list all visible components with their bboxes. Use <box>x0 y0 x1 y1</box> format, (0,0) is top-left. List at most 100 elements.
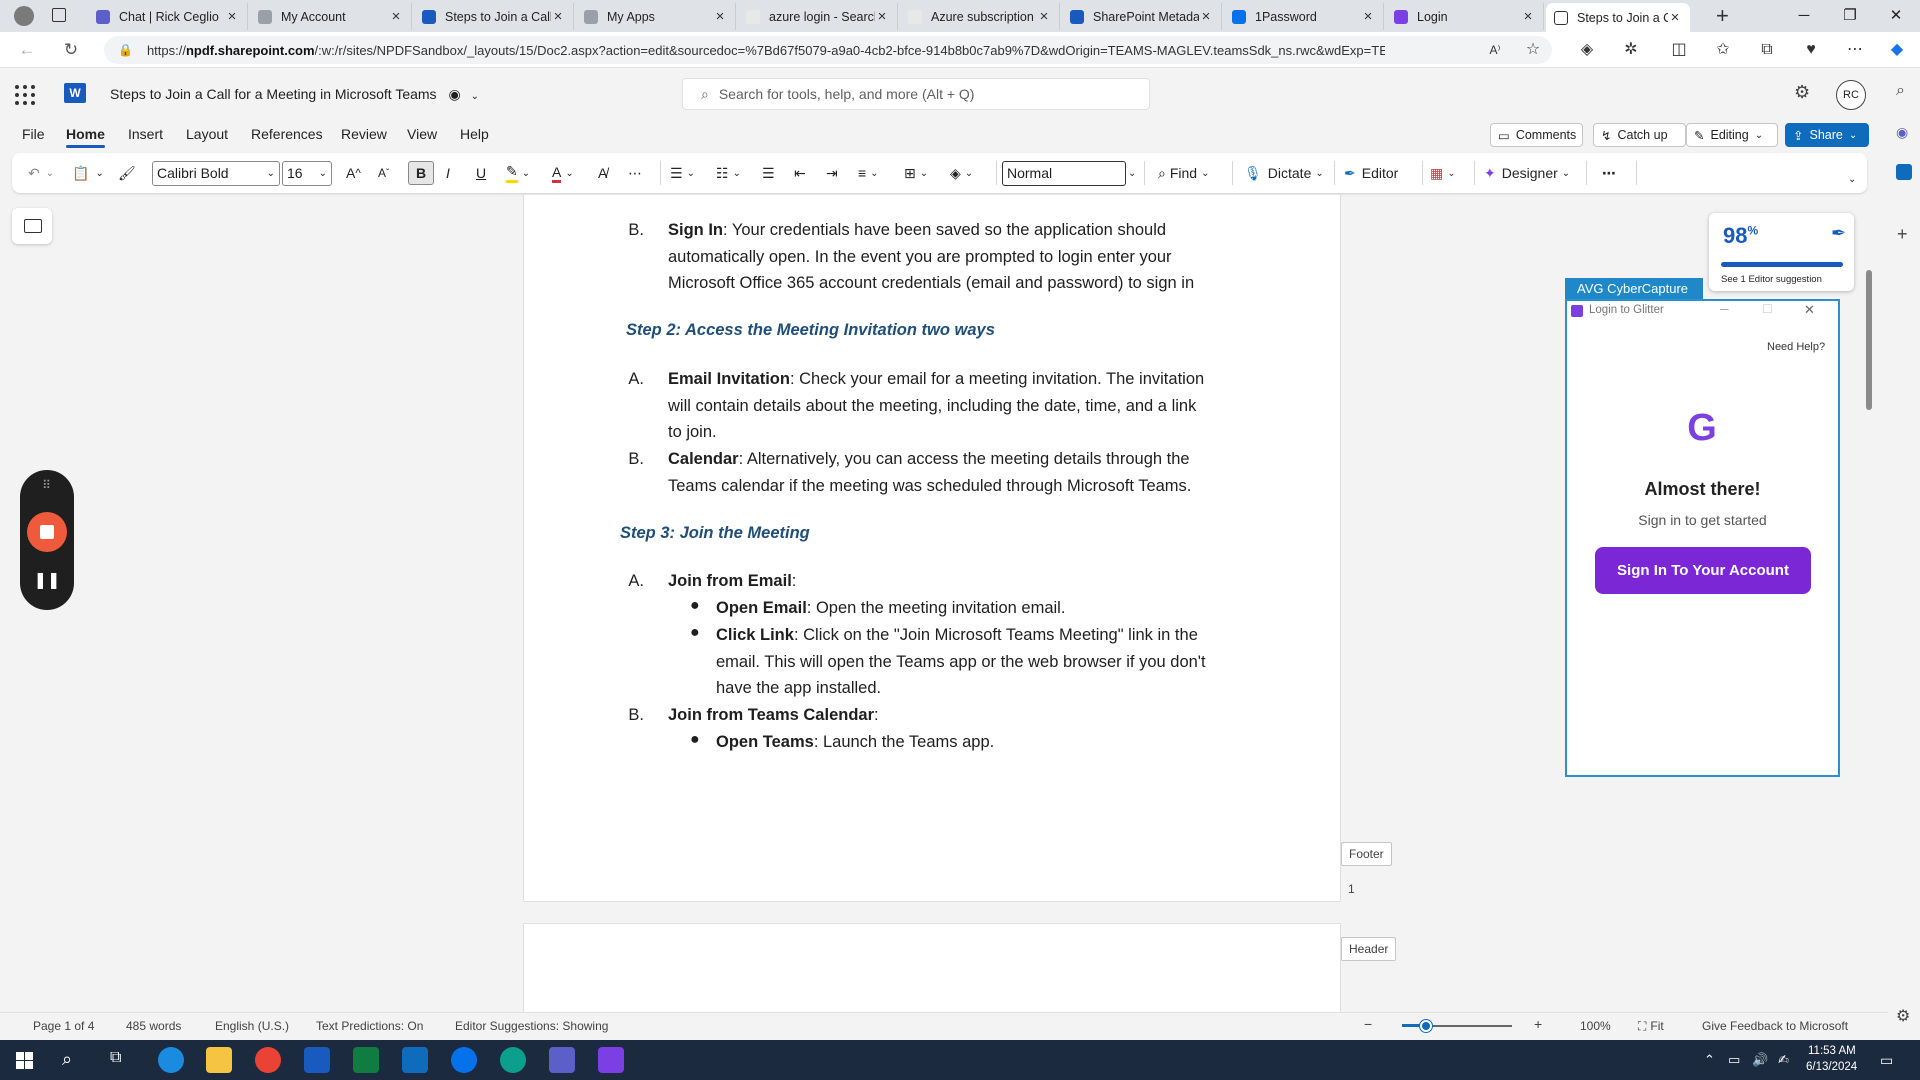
word-count[interactable]: 485 words <box>126 1019 181 1033</box>
favorite-star-icon[interactable]: ☆ <box>1520 38 1546 62</box>
extensions-icon[interactable]: ✲ <box>1618 38 1644 62</box>
file-explorer-icon[interactable] <box>206 1047 232 1073</box>
footer-label[interactable]: Footer <box>1341 842 1392 866</box>
search-box[interactable]: ⌕ Search for tools, help, and more (Alt … <box>682 78 1150 110</box>
teams-icon[interactable] <box>549 1047 575 1073</box>
shrink-font-icon[interactable]: Aˇ <box>378 161 389 185</box>
browser-essentials-icon[interactable]: ♥ <box>1798 38 1824 62</box>
pause-icon[interactable]: ❚❚ <box>20 570 74 590</box>
highlight-icon[interactable]: ✎ ⌄ <box>506 161 530 185</box>
close-tab-icon[interactable]: × <box>875 8 889 25</box>
header-label[interactable]: Header <box>1341 937 1397 961</box>
menu-tab-insert[interactable]: Insert <box>128 126 163 142</box>
zoom-slider[interactable] <box>1402 1020 1512 1032</box>
decrease-indent-icon[interactable]: ⇤ <box>794 161 806 185</box>
style-dropdown-icon[interactable]: ⌄ <box>1128 161 1136 185</box>
new-tab-button[interactable]: + <box>1716 3 1729 29</box>
glitter-icon[interactable] <box>598 1047 624 1073</box>
font-color-icon[interactable]: A ⌄ <box>552 161 574 185</box>
browser-tab[interactable]: Login × <box>1386 3 1544 30</box>
fit-button[interactable]: ⛶ Fit <box>1638 1019 1664 1034</box>
increase-indent-icon[interactable]: ⇥ <box>826 161 838 185</box>
browser-tab[interactable]: Steps to Join a Call× <box>1546 3 1690 32</box>
share-button[interactable]: ⇪ Share ⌄ <box>1785 123 1869 147</box>
browser-tab[interactable]: Chat | Rick Ceglio × <box>88 3 248 30</box>
find-button[interactable]: ⌕ Find ⌄ <box>1158 161 1209 185</box>
bold-button[interactable]: B <box>408 161 434 185</box>
browser-tab[interactable]: SharePoint Metadata × <box>1062 3 1222 30</box>
bullets-icon[interactable]: ☰ ⌄ <box>670 161 695 185</box>
sign-in-to-your-account-button[interactable]: Sign In To Your Account <box>1595 547 1811 594</box>
browser-tab[interactable]: 1Password × <box>1224 3 1384 30</box>
menu-tab-help[interactable]: Help <box>460 126 489 142</box>
close-icon[interactable]: ✕ <box>1804 302 1815 318</box>
minimize-button[interactable]: ─ <box>1786 4 1822 28</box>
numbering-icon[interactable]: ☷ ⌄ <box>716 161 741 185</box>
windows-start-icon[interactable] <box>16 1052 33 1069</box>
italic-button[interactable]: I <box>446 161 450 185</box>
pen-icon[interactable]: ✍ <box>1778 1052 1789 1068</box>
format-painter-icon[interactable]: 🖌 <box>118 161 136 185</box>
designer-button[interactable]: ✦ Designer ⌄ <box>1484 161 1570 185</box>
editor-button[interactable]: ✒ Editor <box>1344 161 1398 185</box>
paragraph-click-link[interactable]: Click Link: Click on the "Join Microsoft… <box>716 622 1296 702</box>
settings-more-icon[interactable]: ⋯ <box>1842 38 1868 62</box>
paragraph-email-invitation[interactable]: Email Invitation: Check your email for a… <box>668 366 1288 446</box>
menu-tab-review[interactable]: Review <box>341 126 387 142</box>
restore-button[interactable]: ❐ <box>1832 4 1868 28</box>
add-ins-icon[interactable]: ▦ ⌄ <box>1430 161 1456 185</box>
tab-actions-icon[interactable] <box>52 8 66 22</box>
split-screen-icon[interactable]: ◫ <box>1666 38 1692 62</box>
collections-icon[interactable]: ⧉ <box>1754 38 1780 62</box>
chevron-down-icon[interactable]: ⌄ <box>267 162 275 185</box>
zoom-in-button[interactable]: + <box>1534 1016 1542 1032</box>
copilot-sidebar-icon[interactable]: ◉ <box>1896 124 1908 141</box>
site-info-icon[interactable]: 🔒 <box>118 43 133 57</box>
menu-tab-file[interactable]: File <box>22 126 45 142</box>
chevron-down-icon[interactable]: ⌄ <box>319 162 327 185</box>
maximize-button[interactable]: ☐ <box>1762 302 1773 316</box>
settings-gear-icon[interactable]: ⚙ <box>1794 82 1810 103</box>
outlook-icon[interactable] <box>1896 164 1912 180</box>
paragraph-open-email[interactable]: Open Email: Open the meeting invitation … <box>716 595 1296 622</box>
document-title[interactable]: Steps to Join a Call for a Meeting in Mi… <box>110 86 479 103</box>
paragraph-open-teams[interactable]: Open Teams: Launch the Teams app. <box>716 729 1296 756</box>
font-name-field[interactable]: Calibri Bold ⌄ <box>152 161 280 186</box>
browser-tab[interactable]: My Account × <box>250 3 412 30</box>
shading-icon[interactable]: ◈ ⌄ <box>950 161 973 185</box>
excel-icon[interactable] <box>353 1047 379 1073</box>
need-help-link[interactable]: Need Help? <box>1767 341 1825 353</box>
close-tab-icon[interactable]: × <box>551 8 565 25</box>
more-font-options-icon[interactable]: ⋯ <box>628 161 642 185</box>
comments-button[interactable]: ▭ Comments <box>1490 123 1583 147</box>
copilot-icon[interactable]: ◆ <box>1884 38 1910 62</box>
chrome-icon[interactable] <box>255 1047 281 1073</box>
close-window-button[interactable]: ✕ <box>1878 4 1914 28</box>
menu-tab-references[interactable]: References <box>251 126 323 142</box>
document-page[interactable]: B. Sign In: Your credentials have been s… <box>523 195 1341 902</box>
drag-handle-icon[interactable]: ⠿ <box>20 478 74 492</box>
stop-recording-button[interactable] <box>27 512 67 552</box>
navigation-pane-button[interactable] <box>12 208 52 244</box>
catch-up-button[interactable]: ↯ Catch up <box>1593 123 1686 147</box>
document-page[interactable] <box>523 923 1341 1013</box>
sidebar-settings-icon[interactable]: ⚙ <box>1896 1006 1910 1026</box>
menu-tab-view[interactable]: View <box>407 126 437 142</box>
paste-button[interactable]: 📋 ⌄ <box>72 161 104 185</box>
editor-suggestions[interactable]: Editor Suggestions: Showing <box>455 1019 608 1033</box>
checklist-icon[interactable]: ☰ <box>762 161 775 185</box>
language[interactable]: English (U.S.) <box>215 1019 289 1033</box>
editor-suggestion-link[interactable]: See 1 Editor suggestion <box>1721 274 1822 285</box>
underline-button[interactable]: U <box>476 161 486 185</box>
align-icon[interactable]: ≡ ⌄ <box>858 161 879 185</box>
heading-step-2[interactable]: Step 2: Access the Meeting Invitation tw… <box>626 321 995 340</box>
close-tab-icon[interactable]: × <box>389 8 403 25</box>
add-sidebar-icon[interactable]: + <box>1897 224 1908 245</box>
grow-font-icon[interactable]: A ^ <box>346 161 361 185</box>
paragraph-sign-in[interactable]: Sign In: Your credentials have been save… <box>668 217 1288 297</box>
extension-shield-icon[interactable]: ◈ <box>1574 38 1600 62</box>
close-tab-icon[interactable]: × <box>713 8 727 25</box>
dictate-button[interactable]: 🎙 Dictate ⌄ <box>1244 161 1324 185</box>
1password-icon[interactable] <box>451 1047 477 1073</box>
clock-date[interactable]: 6/13/2024 <box>1806 1061 1857 1073</box>
